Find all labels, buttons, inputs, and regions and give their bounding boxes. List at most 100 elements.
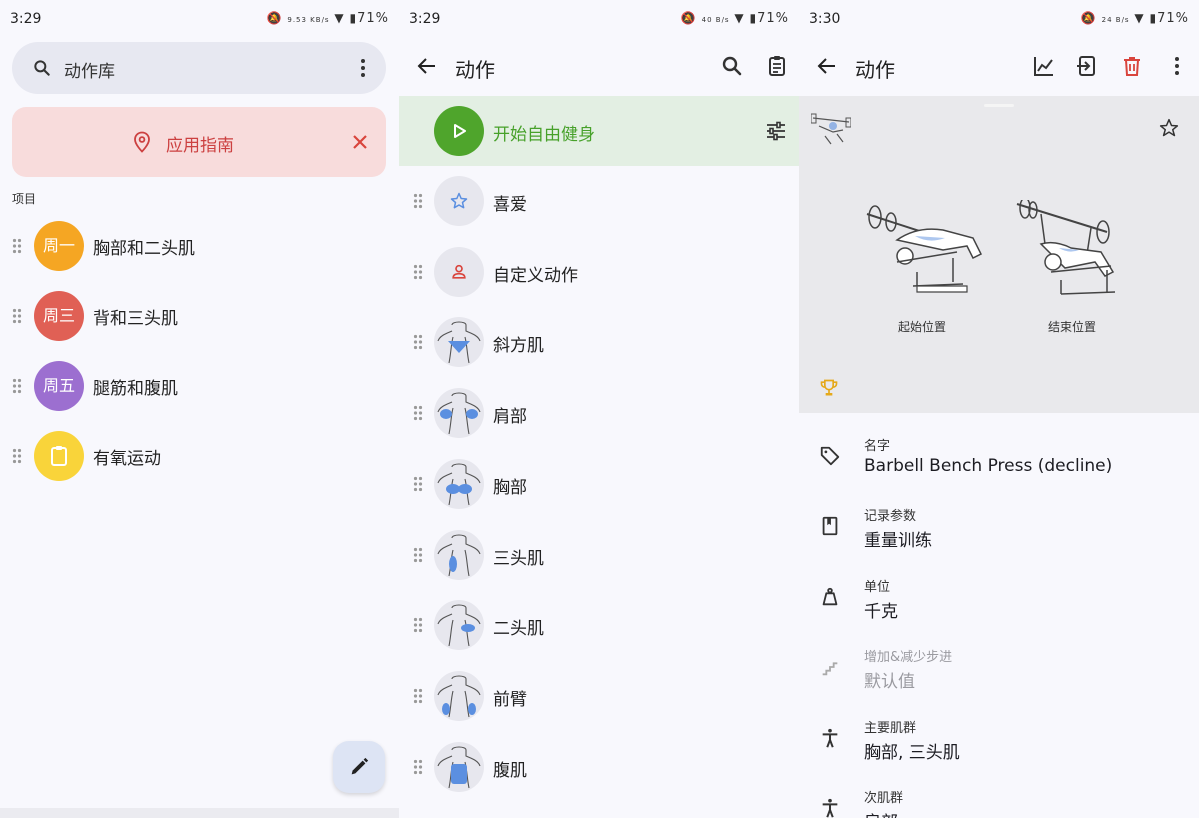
property-label: 增加&减少步进 bbox=[864, 650, 953, 666]
drag-handle-icon[interactable] bbox=[413, 264, 423, 280]
category-label: 胸部 bbox=[493, 477, 527, 498]
property-row[interactable]: 记录参数 重量训练 bbox=[799, 493, 1199, 563]
category-item[interactable]: 斜方肌 bbox=[399, 307, 799, 377]
edit-fab-button[interactable] bbox=[333, 741, 385, 793]
drag-handle-icon[interactable] bbox=[413, 617, 423, 633]
routines-panel: 3:29 🔕 9.53 KB/s ▼ ▮71% 动作库 应用指南 项目 周一 胸部… bbox=[0, 0, 399, 818]
page-title: 动作 bbox=[855, 58, 895, 82]
category-item[interactable]: 腹肌 bbox=[399, 732, 799, 802]
property-row[interactable]: 名字 Barbell Bench Press (decline) bbox=[799, 423, 1199, 493]
back-arrow-icon[interactable] bbox=[415, 54, 439, 78]
status-icons: 🔕 9.53 KB/s ▼ ▮71% bbox=[267, 11, 389, 26]
property-value: 重量训练 bbox=[864, 531, 932, 552]
tag-icon bbox=[820, 446, 840, 466]
drag-handle-icon[interactable] bbox=[413, 476, 423, 492]
stairs-icon bbox=[822, 662, 838, 676]
category-item[interactable]: 自定义动作 bbox=[399, 237, 799, 307]
battery-level: 71% bbox=[1157, 11, 1189, 26]
weight-icon bbox=[822, 587, 838, 606]
category-label: 自定义动作 bbox=[493, 265, 578, 286]
star-icon[interactable] bbox=[1159, 118, 1179, 138]
property-value: 胸部, 三头肌 bbox=[864, 742, 960, 763]
exercises-panel: 3:29 🔕 40 B/s ▼ ▮71% 动作 开始自由健身 喜爱 自定义动作 斜方… bbox=[399, 0, 799, 818]
start-position-caption: 起始位置 bbox=[898, 320, 947, 334]
app-bar: 动作 bbox=[799, 42, 1199, 90]
category-label: 肩部 bbox=[493, 407, 527, 428]
start-free-workout-button[interactable]: 开始自由健身 bbox=[399, 96, 799, 166]
body-icon bbox=[822, 728, 838, 748]
exercise-illustration: 起始位置 结束位置 bbox=[799, 96, 1199, 413]
property-row[interactable]: 增加&减少步进 默认值 bbox=[799, 634, 1199, 704]
routine-label: 背和三头肌 bbox=[93, 309, 178, 329]
back-arrow-icon[interactable] bbox=[815, 54, 839, 78]
tune-settings-icon[interactable] bbox=[765, 120, 787, 142]
wifi-icon: ▼ bbox=[334, 11, 345, 25]
drag-handle[interactable] bbox=[984, 104, 1014, 107]
status-bar: 3:29 🔕 9.53 KB/s ▼ ▮71% bbox=[0, 0, 399, 38]
property-label: 主要肌群 bbox=[864, 720, 917, 736]
routine-label: 有氧运动 bbox=[93, 449, 161, 469]
category-item[interactable]: 前臂 bbox=[399, 661, 799, 731]
battery-level: 71% bbox=[357, 11, 389, 26]
delete-icon[interactable] bbox=[1120, 54, 1144, 78]
drag-handle-icon[interactable] bbox=[413, 547, 423, 563]
routine-item[interactable]: 周五 腿筋和腹肌 bbox=[0, 356, 399, 416]
property-value: 千克 bbox=[864, 601, 898, 622]
export-icon[interactable] bbox=[1075, 54, 1099, 78]
property-row[interactable]: 主要肌群胸部, 三头肌 bbox=[799, 705, 1199, 775]
close-icon[interactable] bbox=[348, 130, 372, 154]
property-label: 记录参数 bbox=[864, 509, 917, 525]
routine-item[interactable]: 周三 背和三头肌 bbox=[0, 286, 399, 346]
category-item[interactable]: 胸部 bbox=[399, 449, 799, 519]
category-item[interactable]: 三头肌 bbox=[399, 520, 799, 590]
app-bar: 动作 bbox=[399, 42, 799, 90]
page-title: 动作 bbox=[455, 58, 495, 82]
bottom-bar bbox=[0, 808, 399, 818]
network-speed: 40 B/s bbox=[701, 16, 730, 24]
search-bar[interactable]: 动作库 bbox=[12, 42, 386, 94]
bookmark-icon bbox=[822, 517, 838, 536]
person-icon bbox=[434, 246, 484, 297]
wifi-icon: ▼ bbox=[734, 11, 745, 25]
star-icon bbox=[434, 176, 484, 226]
app-guide-banner[interactable]: 应用指南 bbox=[12, 107, 386, 177]
routine-avatar: 周五 bbox=[34, 361, 84, 411]
category-item[interactable]: 肩部 bbox=[399, 378, 799, 448]
drag-handle-icon[interactable] bbox=[413, 688, 423, 704]
routine-label: 腿筋和腹肌 bbox=[93, 379, 178, 399]
overflow-menu-icon[interactable] bbox=[1165, 54, 1189, 78]
routine-label: 胸部和二头肌 bbox=[93, 239, 195, 259]
drag-handle-icon[interactable] bbox=[413, 334, 423, 350]
property-row[interactable]: 单位 千克 bbox=[799, 564, 1199, 634]
category-item[interactable]: 喜爱 bbox=[399, 166, 799, 236]
drag-handle-icon[interactable] bbox=[413, 193, 423, 209]
routine-item[interactable]: 有氧运动 bbox=[0, 426, 399, 486]
play-button bbox=[434, 106, 484, 156]
chest-muscle-icon bbox=[434, 458, 484, 509]
drag-handle-icon[interactable] bbox=[12, 238, 22, 254]
search-icon[interactable] bbox=[720, 54, 744, 78]
category-item[interactable]: 二头肌 bbox=[399, 590, 799, 660]
battery-icon: ▮ bbox=[349, 11, 358, 25]
section-label: 项目 bbox=[12, 192, 37, 206]
abs-muscle-icon bbox=[434, 741, 484, 792]
drag-handle-icon[interactable] bbox=[12, 448, 22, 464]
property-label: 单位 bbox=[864, 579, 891, 595]
trophy-icon[interactable] bbox=[819, 378, 839, 398]
routine-avatar: 周三 bbox=[34, 291, 84, 341]
chart-icon[interactable] bbox=[1032, 54, 1056, 78]
trapezius-muscle-icon bbox=[434, 317, 484, 368]
drag-handle-icon[interactable] bbox=[12, 378, 22, 394]
status-bar: 3:30 🔕 24 B/s ▼ ▮71% bbox=[799, 0, 1199, 38]
overflow-menu-icon[interactable] bbox=[360, 56, 366, 80]
start-position-figure bbox=[866, 205, 983, 293]
drag-handle-icon[interactable] bbox=[413, 405, 423, 421]
property-label: 次肌群 bbox=[864, 791, 904, 806]
drag-handle-icon[interactable] bbox=[12, 308, 22, 324]
exercise-detail-panel: 3:30 🔕 24 B/s ▼ ▮71% 动作 起始位置 结束位置 名字 Bar… bbox=[799, 0, 1199, 818]
property-row[interactable]: 次肌群肩部 bbox=[799, 775, 1199, 818]
drag-handle-icon[interactable] bbox=[413, 759, 423, 775]
clipboard-icon[interactable] bbox=[765, 54, 789, 78]
routine-item[interactable]: 周一 胸部和二头肌 bbox=[0, 216, 399, 276]
network-speed: 9.53 KB/s bbox=[287, 16, 330, 24]
